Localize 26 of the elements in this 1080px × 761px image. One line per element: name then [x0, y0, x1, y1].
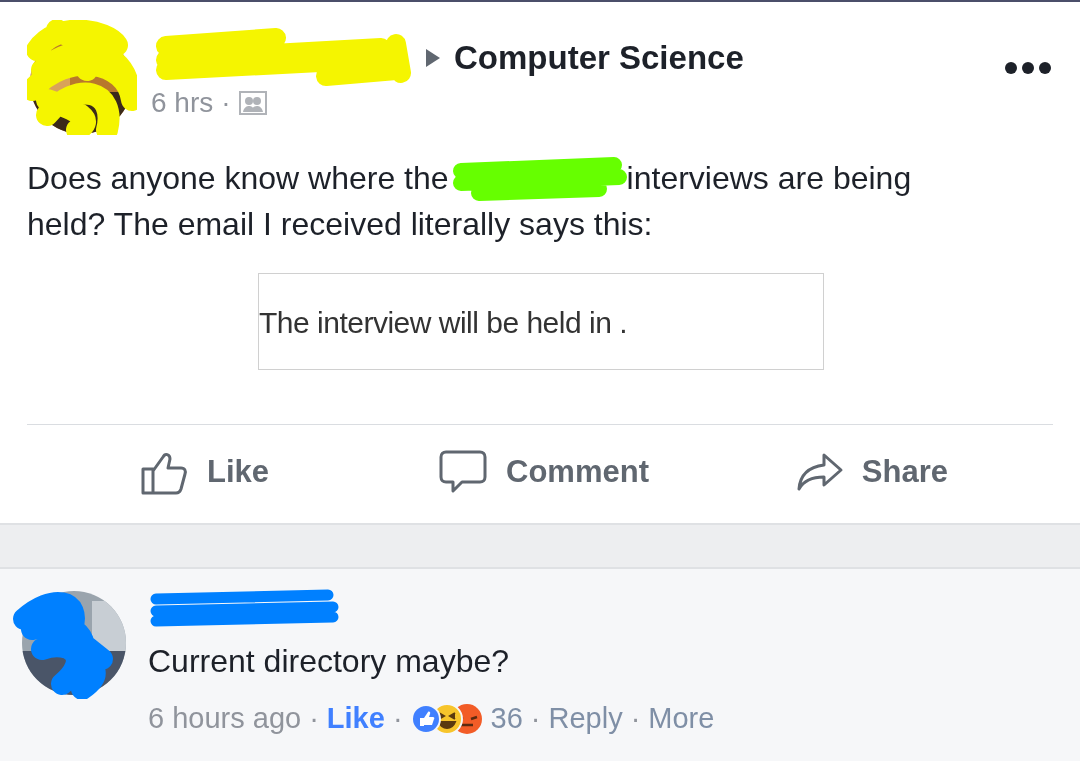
comment-time[interactable]: 6 hours ago: [148, 697, 302, 741]
separator: ·: [221, 86, 231, 120]
caret-right-icon: [426, 49, 440, 67]
post-time[interactable]: 6 hrs: [151, 82, 214, 124]
reaction-count: 36: [490, 701, 523, 736]
separator: ·: [392, 701, 403, 736]
share-arrow-icon: [795, 452, 844, 492]
like-button[interactable]: Like: [139, 447, 270, 497]
more-link[interactable]: More: [648, 697, 715, 741]
reply-link[interactable]: Reply: [548, 697, 623, 741]
comment-button[interactable]: Comment: [438, 448, 649, 496]
group-name[interactable]: Computer Science: [454, 33, 744, 83]
reactions-icon[interactable]: [410, 702, 483, 735]
post-text: held? The email I received literally says this:: [27, 206, 653, 242]
separator: ·: [309, 701, 319, 736]
quote-text: The interview will be held in .: [259, 306, 627, 339]
post-text: interviews are being: [626, 159, 912, 198]
share-button[interactable]: Share: [795, 448, 948, 496]
post-text: Does anyone know where the: [27, 159, 449, 198]
separator: ·: [630, 701, 641, 736]
separator: ·: [530, 701, 541, 736]
like-link[interactable]: Like: [326, 697, 385, 741]
comment-text: Current directory maybe?: [148, 642, 511, 681]
more-options-icon[interactable]: [1005, 62, 1051, 74]
speech-bubble-icon: [438, 449, 489, 495]
friends-icon: [238, 91, 267, 115]
